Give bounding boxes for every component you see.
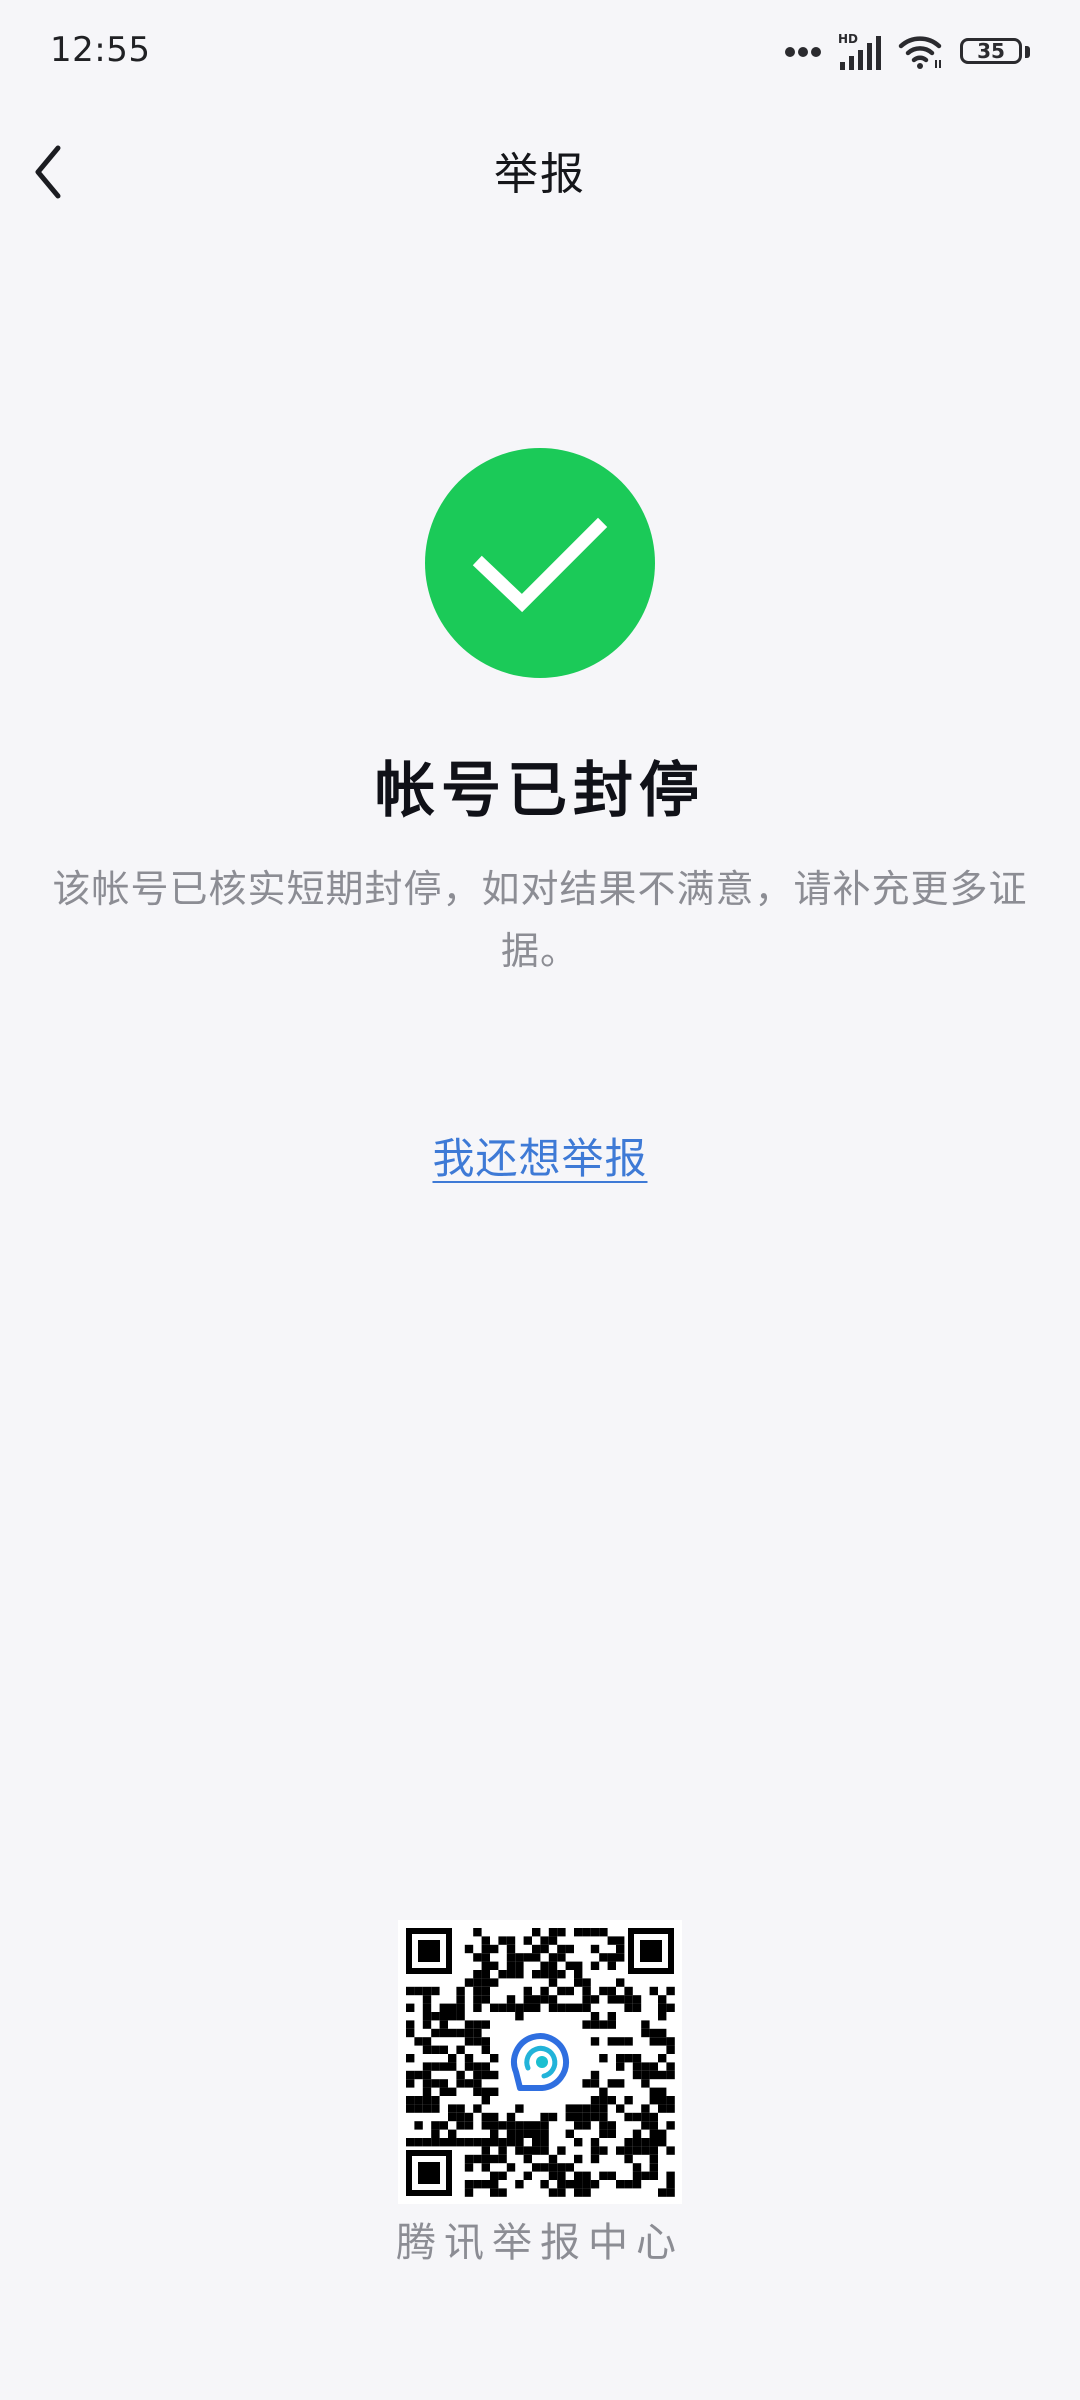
report-again-link-row: 我还想举报	[0, 1125, 1080, 1186]
battery-icon: 35	[960, 35, 1032, 69]
page-title: 举报	[494, 149, 586, 200]
nav-header: 举报	[0, 120, 1080, 216]
checkmark-icon	[472, 517, 608, 613]
result-title: 帐号已封停	[375, 756, 705, 826]
wifi-icon	[898, 36, 942, 69]
network-type-label: HD	[838, 32, 858, 46]
signal-icon: HD	[838, 32, 881, 70]
qr-code-icon	[398, 1920, 682, 2204]
status-time: 12:55	[50, 30, 151, 70]
result-description: 该帐号已核实短期封停，如对结果不满意，请补充更多证据。	[52, 867, 1028, 973]
more-dots-icon	[785, 47, 821, 57]
battery-level: 35	[977, 39, 1005, 63]
qr-caption: 腾讯举报中心	[396, 2220, 684, 2266]
status-icons: HD 35	[784, 30, 1032, 74]
check-circle-icon	[425, 448, 655, 678]
report-again-link[interactable]: 我还想举报	[432, 1134, 647, 1183]
status-bar: 12:55 HD 35	[0, 0, 1080, 104]
